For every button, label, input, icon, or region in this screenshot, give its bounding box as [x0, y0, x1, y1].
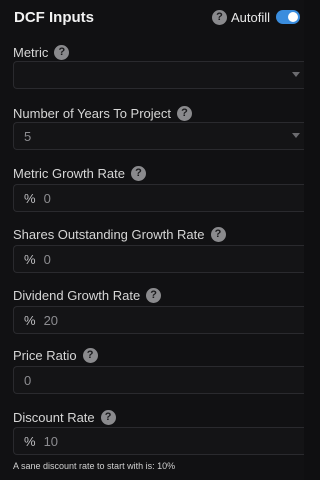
price-ratio-input[interactable]: 0 [13, 366, 304, 394]
metric-growth-field: Metric Growth Rate ? % 0 [13, 164, 304, 212]
chevron-down-icon [292, 133, 300, 138]
percent-prefix: % [24, 433, 36, 449]
shares-growth-label: Shares Outstanding Growth Rate [13, 226, 205, 242]
chevron-down-icon [292, 72, 300, 77]
percent-prefix: % [24, 251, 36, 267]
discount-rate-value: 10 [43, 433, 59, 449]
years-field: Number of Years To Project ? 5 [13, 104, 304, 150]
metric-growth-label: Metric Growth Rate [13, 165, 125, 181]
metric-label: Metric [13, 44, 49, 60]
years-value: 5 [24, 128, 32, 144]
price-ratio-label: Price Ratio [13, 347, 77, 363]
years-label: Number of Years To Project [13, 105, 172, 121]
question-circle-icon[interactable]: ? [210, 226, 226, 242]
question-circle-icon[interactable]: ? [54, 44, 70, 60]
dividend-growth-label: Dividend Growth Rate [13, 287, 141, 303]
autofill-toggle[interactable] [276, 10, 300, 24]
price-ratio-value: 0 [24, 372, 32, 388]
question-circle-icon[interactable]: ? [130, 165, 146, 181]
price-ratio-field: Price Ratio ? 0 [13, 346, 304, 394]
discount-rate-label: Discount Rate [13, 409, 95, 425]
metric-growth-input[interactable]: % 0 [13, 184, 304, 212]
question-circle-icon[interactable]: ? [146, 287, 162, 303]
dividend-growth-input[interactable]: % 20 [13, 306, 304, 334]
shares-growth-input[interactable]: % 0 [13, 245, 304, 273]
panel-title: DCF Inputs [14, 8, 94, 26]
question-circle-icon[interactable]: ? [211, 9, 227, 25]
metric-select[interactable] [13, 61, 304, 89]
shares-growth-value: 0 [43, 251, 51, 267]
years-select[interactable]: 5 [13, 122, 304, 150]
autofill-control: ? Autofill [211, 9, 300, 25]
dcf-inputs-panel: DCF Inputs ? Autofill Metric ? Number of… [0, 0, 304, 480]
percent-prefix: % [24, 312, 36, 328]
percent-prefix: % [24, 190, 36, 206]
dividend-growth-field: Dividend Growth Rate ? % 20 [13, 286, 304, 334]
metric-growth-value: 0 [43, 190, 51, 206]
discount-rate-input[interactable]: % 10 [13, 427, 304, 455]
question-circle-icon[interactable]: ? [82, 347, 98, 363]
shares-growth-field: Shares Outstanding Growth Rate ? % 0 [13, 225, 304, 273]
discount-rate-field: Discount Rate ? % 10 [13, 408, 304, 455]
metric-field: Metric ? [13, 43, 304, 89]
question-circle-icon[interactable]: ? [177, 105, 193, 121]
panel-header: DCF Inputs ? Autofill [14, 7, 300, 27]
discount-rate-hint: A sane discount rate to start with is: 1… [13, 461, 176, 471]
dividend-growth-value: 20 [43, 312, 59, 328]
autofill-label: Autofill [230, 9, 270, 25]
question-circle-icon[interactable]: ? [100, 409, 116, 425]
